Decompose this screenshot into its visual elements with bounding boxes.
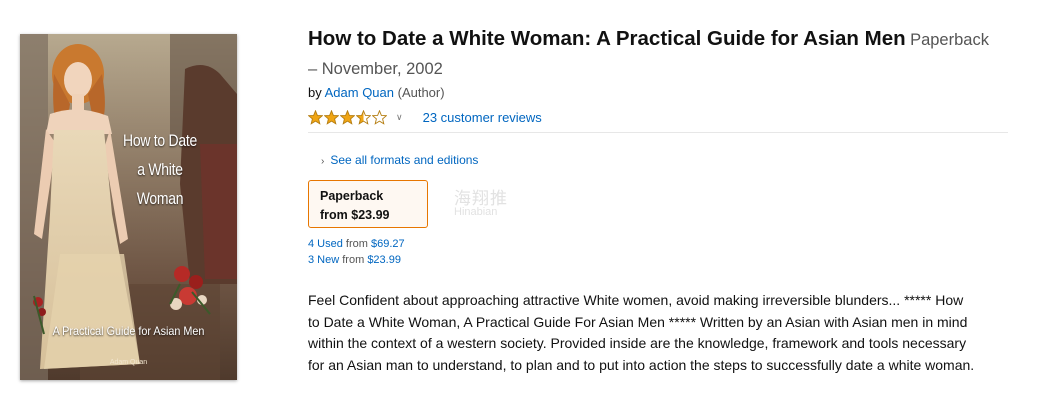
used-from-text: from [342, 238, 371, 250]
new-price-link[interactable]: $23.99 [367, 254, 401, 266]
star-icon [308, 109, 323, 125]
star-icon [356, 109, 371, 125]
cover-author: Adam Quan [109, 359, 148, 366]
chevron-right-icon: › [321, 156, 325, 167]
star-rating[interactable] [308, 109, 388, 125]
cover-title: How to Date a White Woman [115, 126, 205, 213]
product-description: Feel Confident about approaching attract… [308, 292, 975, 373]
product-format-label: Paperback [910, 31, 989, 49]
used-offer: 4 Used from $69.27 [308, 236, 405, 252]
product-format: Paperback [910, 31, 989, 49]
divider [308, 132, 1008, 133]
product-title-block: How to Date a White Woman: A Practical G… [308, 25, 1018, 84]
watermark-line: Hinabian [454, 206, 498, 218]
used-price-link[interactable]: $69.27 [371, 238, 405, 250]
format-option-label: Paperback [320, 189, 384, 203]
author-role: (Author) [394, 85, 445, 100]
chevron-down-icon[interactable]: ∨ [396, 112, 403, 123]
star-icon [372, 109, 387, 125]
book-cover-image[interactable]: How to Date a White Woman A Practical Gu… [20, 34, 237, 380]
star-icon [324, 109, 339, 125]
star-icon [340, 109, 355, 125]
new-offers-link[interactable]: 3 New [308, 254, 339, 266]
product-title: How to Date a White Woman: A Practical G… [308, 27, 906, 50]
used-offers-link[interactable]: 4 Used [308, 238, 343, 250]
byline-prefix: by [308, 85, 325, 100]
new-offer: 3 New from $23.99 [308, 252, 405, 268]
customer-reviews-link[interactable]: 23 customer reviews [423, 110, 542, 125]
cover-title-line: a White [137, 160, 183, 179]
see-all-formats-link[interactable]: › See all formats and editions [321, 153, 478, 167]
cover-title-line: How to Date [122, 131, 198, 150]
new-from-text: from [339, 254, 368, 266]
watermark: 海翔推 Hinabian [450, 178, 600, 228]
rating-row: ∨ 23 customer reviews [308, 107, 542, 127]
format-option-price: from $23.99 [320, 208, 390, 222]
publication-date: – November, 2002 [308, 60, 443, 78]
byline: by Adam Quan (Author) [308, 85, 445, 100]
offers-list: 4 Used from $69.27 3 New from $23.99 [308, 236, 405, 268]
format-option-paperback[interactable]: Paperback from $23.99 [308, 180, 428, 228]
cover-subtitle: A Practical Guide for Asian Men [52, 324, 205, 338]
author-link[interactable]: Adam Quan [325, 85, 394, 100]
see-all-formats-label: See all formats and editions [330, 153, 479, 167]
cover-title-line: Woman [136, 189, 184, 208]
